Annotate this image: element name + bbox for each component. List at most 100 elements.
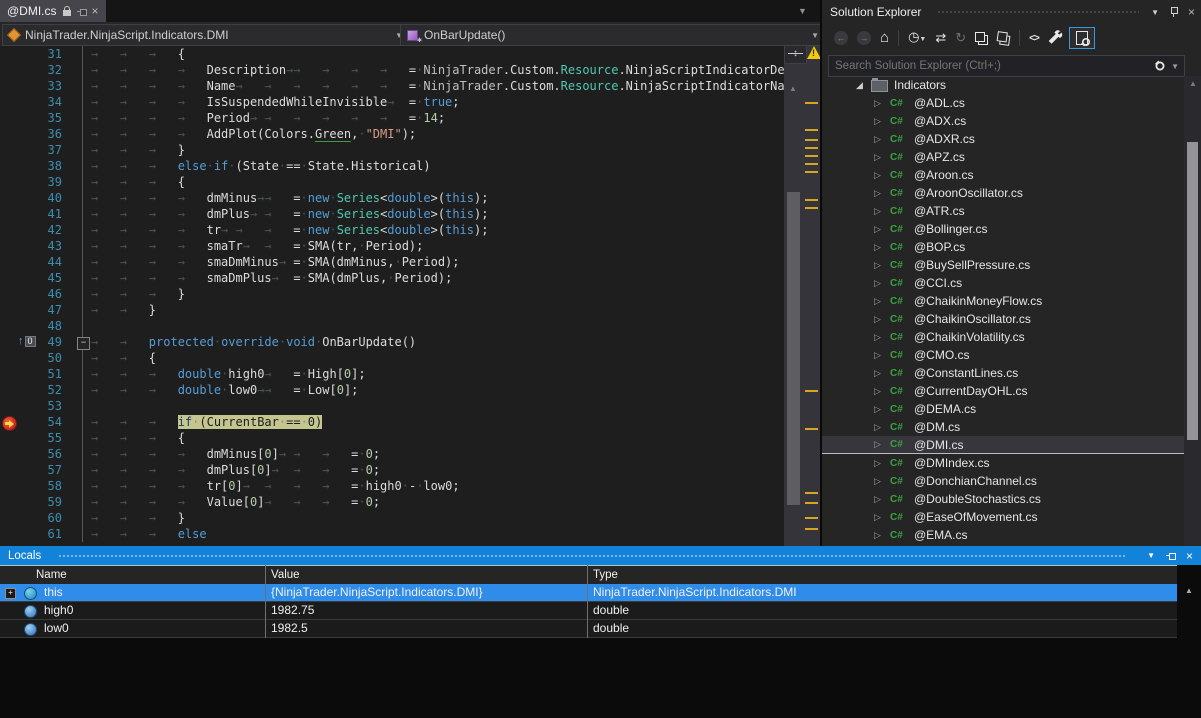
code-line-35[interactable]: 35→ → → → Period→ → → → → → =·14;: [0, 110, 784, 126]
collapsed-arrow-icon[interactable]: ▷: [874, 152, 881, 163]
tree-item-doublestochasticscs[interactable]: ▷C#@DoubleStochastics.cs: [822, 490, 1184, 508]
column-header-name[interactable]: Name: [36, 569, 67, 581]
collapsed-arrow-icon[interactable]: ▷: [874, 386, 881, 397]
tree-item-easeofmovementcs[interactable]: ▷C#@EaseOfMovement.cs: [822, 508, 1184, 526]
tree-item-dmindexcs[interactable]: ▷C#@DMIndex.cs: [822, 454, 1184, 472]
tree-item-cmocs[interactable]: ▷C#@CMO.cs: [822, 346, 1184, 364]
tree-item-apzcs[interactable]: ▷C#@APZ.cs: [822, 148, 1184, 166]
code-line-36[interactable]: 36→ → → → AddPlot(Colors.Green,·"DMI");: [0, 126, 784, 142]
active-files-dropdown-icon[interactable]: ▼: [798, 6, 807, 16]
code-line-51[interactable]: 51→ → → double·high0→ =·High[0];: [0, 366, 784, 382]
code-line-55[interactable]: 55→ → → {: [0, 430, 784, 446]
forward-button[interactable]: →: [857, 31, 871, 45]
tree-item-adxrcs[interactable]: ▷C#@ADXR.cs: [822, 130, 1184, 148]
locals-row-this[interactable]: +this{NinjaTrader.NinjaScript.Indicators…: [0, 584, 1177, 602]
code-line-57[interactable]: 57→ → → → dmPlus[0]→ → → =·0;: [0, 462, 784, 478]
code-editor[interactable]: 31→ → → {32→ → → → Description→→ → → → =…: [0, 46, 784, 546]
code-line-34[interactable]: 34→ → → → IsSuspendedWhileInvisible→ =·t…: [0, 94, 784, 110]
collapsed-arrow-icon[interactable]: ▷: [874, 476, 881, 487]
tree-item-emacs[interactable]: ▷C#@EMA.cs: [822, 526, 1184, 544]
search-input[interactable]: [829, 60, 1155, 72]
code-line-38[interactable]: 38→ → → else·if·(State·==·State.Historic…: [0, 158, 784, 174]
code-line-49[interactable]: 49→ → protected·override·void·OnBarUpdat…: [0, 334, 784, 350]
chevron-down-icon[interactable]: ▼: [1171, 62, 1179, 71]
code-line-52[interactable]: 52→ → → double·low0→→ =·Low[0];: [0, 382, 784, 398]
collapsed-arrow-icon[interactable]: ▷: [874, 188, 881, 199]
close-icon[interactable]: ×: [1188, 6, 1195, 18]
breakpoint-current-statement-icon[interactable]: [2, 416, 17, 431]
tree-item-chaikinvolatilitycs[interactable]: ▷C#@ChaikinVolatility.cs: [822, 328, 1184, 346]
code-line-60[interactable]: 60→ → → }: [0, 510, 784, 526]
window-position-icon[interactable]: ▼: [1147, 551, 1155, 560]
collapse-region-icon[interactable]: −: [77, 337, 90, 350]
tree-item-adlcs[interactable]: ▷C#@ADL.cs: [822, 94, 1184, 112]
collapsed-arrow-icon[interactable]: ▷: [874, 134, 881, 145]
tree-item-bollingercs[interactable]: ▷C#@Bollinger.cs: [822, 220, 1184, 238]
code-line-39[interactable]: 39→ → → {: [0, 174, 784, 190]
collapsed-arrow-icon[interactable]: ▷: [874, 116, 881, 127]
tree-item-bopcs[interactable]: ▷C#@BOP.cs: [822, 238, 1184, 256]
editor-scrollbar-thumb[interactable]: [787, 192, 800, 505]
collapsed-arrow-icon[interactable]: ▷: [874, 98, 881, 109]
code-line-37[interactable]: 37→ → → }: [0, 142, 784, 158]
collapsed-arrow-icon[interactable]: ▷: [874, 458, 881, 469]
code-line-43[interactable]: 43→ → → → smaTr→ → =·SMA(tr,·Period);: [0, 238, 784, 254]
pin-icon[interactable]: [77, 7, 86, 16]
locals-row-high0[interactable]: high01982.75double: [0, 602, 1177, 620]
tree-item-donchianchannelcs[interactable]: ▷C#@DonchianChannel.cs: [822, 472, 1184, 490]
collapsed-arrow-icon[interactable]: ▷: [874, 404, 881, 415]
code-line-56[interactable]: 56→ → → → dmMinus[0]→ → → =·0;: [0, 446, 784, 462]
code-line-40[interactable]: 40→ → → → dmMinus→→ =·new·Series<double>…: [0, 190, 784, 206]
code-line-61[interactable]: 61→ → → else: [0, 526, 784, 542]
tree-scrollbar[interactable]: ▲: [1184, 76, 1201, 546]
tree-scrollbar-thumb[interactable]: [1187, 142, 1198, 440]
solution-explorer-titlebar[interactable]: Solution Explorer ▼ ×: [822, 0, 1201, 24]
code-line-47[interactable]: 47→ → }: [0, 302, 784, 318]
reference-badge[interactable]: ↑ 0: [18, 335, 36, 348]
code-line-53[interactable]: 53: [0, 398, 784, 414]
close-icon[interactable]: ×: [92, 5, 99, 17]
properties-wrench-icon[interactable]: [1049, 33, 1060, 44]
code-line-50[interactable]: 50→ → {: [0, 350, 784, 366]
show-all-files-icon[interactable]: [996, 31, 1011, 46]
column-separator[interactable]: [265, 565, 266, 638]
tree-item-ccics[interactable]: ▷C#@CCI.cs: [822, 274, 1184, 292]
tree-item-chaikinoscillatorcs[interactable]: ▷C#@ChaikinOscillator.cs: [822, 310, 1184, 328]
column-header-value[interactable]: Value: [271, 569, 300, 581]
home-icon[interactable]: ⌂: [880, 31, 889, 45]
search-icon[interactable]: [1156, 62, 1165, 71]
tree-item-currentdayohlcs[interactable]: ▷C#@CurrentDayOHL.cs: [822, 382, 1184, 400]
collapsed-arrow-icon[interactable]: ▷: [874, 260, 881, 271]
collapsed-arrow-icon[interactable]: ▷: [874, 494, 881, 505]
collapsed-arrow-icon[interactable]: ▷: [874, 512, 881, 523]
expanded-arrow-icon[interactable]: ◢: [856, 80, 863, 91]
code-line-33[interactable]: 33→ → → → Name→ → → → → → =·NinjaTrader.…: [0, 78, 784, 94]
close-icon[interactable]: ×: [1186, 550, 1193, 562]
tree-item-dmcs[interactable]: ▷C#@DM.cs: [822, 418, 1184, 436]
column-header-type[interactable]: Type: [593, 569, 618, 581]
collapsed-arrow-icon[interactable]: ▷: [874, 224, 881, 235]
tree-item-aroonoscillatorcs[interactable]: ▷C#@AroonOscillator.cs: [822, 184, 1184, 202]
tree-item-adxcs[interactable]: ▷C#@ADX.cs: [822, 112, 1184, 130]
back-button[interactable]: ←: [834, 31, 848, 45]
column-separator[interactable]: [587, 565, 588, 638]
scroll-up-icon[interactable]: ▲: [1185, 586, 1193, 595]
tree-item-arooncs[interactable]: ▷C#@Aroon.cs: [822, 166, 1184, 184]
collapse-all-icon[interactable]: [975, 32, 988, 45]
scroll-up-icon[interactable]: ▲: [789, 84, 797, 93]
code-line-41[interactable]: 41→ → → → dmPlus→ → =·new·Series<double>…: [0, 206, 784, 222]
code-line-59[interactable]: 59→ → → → Value[0]→ → → =·0;: [0, 494, 784, 510]
search-box[interactable]: ▼: [828, 55, 1185, 77]
tab-dmi-cs[interactable]: @DMI.cs ×: [0, 0, 106, 22]
collapsed-arrow-icon[interactable]: ▷: [874, 278, 881, 289]
tree-item-indicators-folder[interactable]: ◢Indicators: [822, 76, 1184, 94]
collapsed-arrow-icon[interactable]: ▷: [874, 206, 881, 217]
collapsed-arrow-icon[interactable]: ▷: [874, 170, 881, 181]
expand-icon[interactable]: +: [5, 588, 16, 599]
code-line-48[interactable]: 48: [0, 318, 784, 334]
collapsed-arrow-icon[interactable]: ▷: [874, 530, 881, 541]
pending-changes-filter-icon[interactable]: ◷▼: [908, 30, 926, 47]
view-code-icon[interactable]: <>: [1029, 33, 1039, 44]
collapsed-arrow-icon[interactable]: ▷: [874, 368, 881, 379]
member-dropdown[interactable]: OnBarUpdate() ▼: [400, 24, 826, 46]
